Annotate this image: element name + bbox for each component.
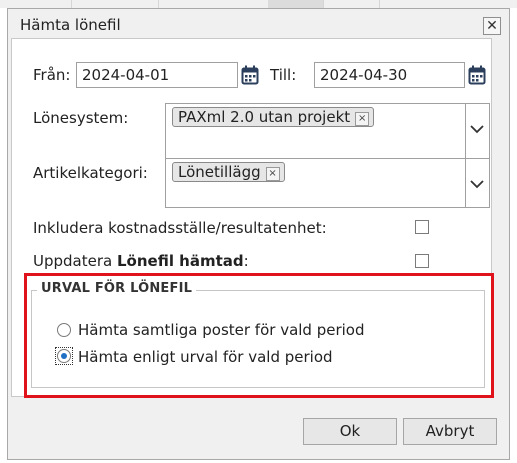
update-fetched-label: Uppdatera Lönefil hämtad: — [33, 252, 249, 270]
background-segment — [71, 0, 159, 8]
from-date-input[interactable]: 2024-04-01 — [76, 62, 238, 88]
payroll-system-chip-label: PAXml 2.0 utan projekt — [178, 108, 351, 126]
chip-remove-icon[interactable]: × — [265, 167, 280, 181]
article-category-chip-label: Lönetillägg — [178, 163, 261, 181]
to-date-input[interactable]: 2024-04-30 — [314, 62, 465, 88]
include-cost-center-checkbox[interactable] — [415, 220, 429, 234]
background-toolbar-strip — [0, 0, 517, 8]
chip-remove-icon[interactable]: × — [355, 112, 370, 126]
to-calendar-icon[interactable] — [468, 65, 486, 85]
dialog-title: Hämta lönefil — [20, 16, 121, 34]
from-calendar-icon[interactable] — [241, 65, 259, 85]
update-label-bold: Lönefil hämtad — [116, 252, 244, 270]
update-label-prefix: Uppdatera — [33, 252, 117, 270]
update-label-suffix: : — [243, 252, 249, 270]
payroll-system-label: Lönesystem: — [33, 109, 129, 127]
payroll-system-chip: PAXml 2.0 utan projekt × — [172, 107, 375, 127]
close-button[interactable]: ✕ — [483, 17, 501, 35]
article-category-dropdown-button[interactable] — [466, 158, 490, 208]
update-fetched-checkbox[interactable] — [415, 254, 429, 268]
close-icon: ✕ — [486, 18, 498, 34]
background-segment — [268, 0, 324, 8]
include-cost-center-label: Inkludera kostnadsställe/resultatenhet: — [33, 219, 327, 237]
article-category-chip: Lönetillägg × — [172, 162, 285, 182]
background-segment — [0, 0, 72, 8]
dialog-titlebar: Hämta lönefil ✕ — [8, 9, 509, 41]
to-label: Till: — [270, 66, 297, 84]
article-category-label: Artikelkategori: — [33, 164, 148, 182]
ok-button[interactable]: Ok — [303, 418, 397, 445]
chevron-down-icon — [470, 180, 484, 189]
highlight-frame — [24, 273, 494, 398]
article-category-select[interactable]: Lönetillägg × — [165, 158, 466, 208]
cancel-button[interactable]: Avbryt — [403, 418, 497, 445]
background-segment — [323, 0, 380, 8]
background-segment — [158, 0, 269, 8]
from-label: Från: — [33, 66, 71, 84]
